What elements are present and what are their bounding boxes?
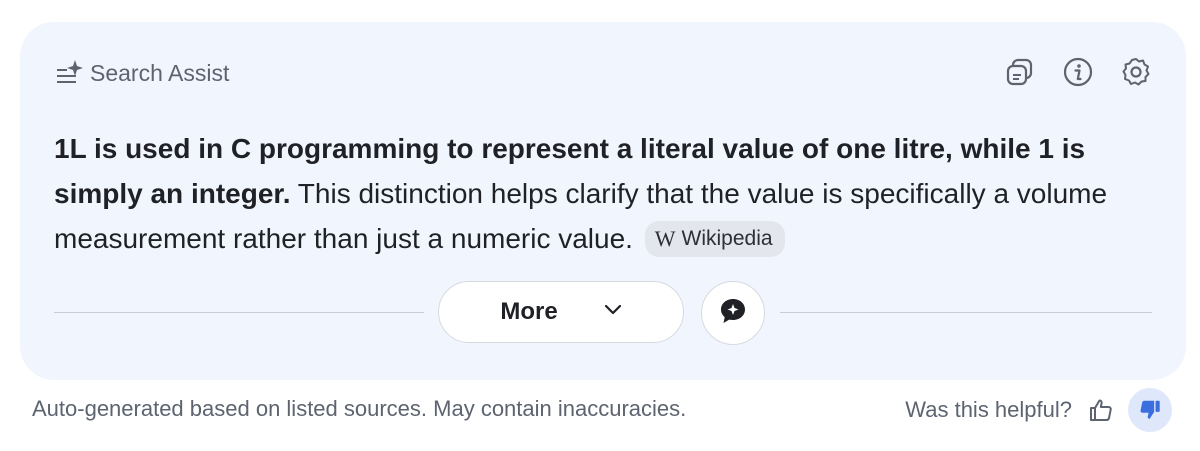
search-assist-sparkle-icon [54,58,84,88]
feedback-area: Was this helpful? [905,388,1172,432]
helpful-question: Was this helpful? [905,397,1072,422]
chevron-down-icon [604,303,622,321]
info-icon[interactable] [1062,56,1094,88]
thumbs-down-icon[interactable] [1128,388,1172,432]
search-assist-card: Search Assist 1L is used in C programmin… [20,22,1186,380]
header-actions [1004,56,1152,88]
divider-left [54,312,424,313]
thumbs-up-icon[interactable] [1086,395,1116,425]
more-button[interactable]: More [438,281,684,343]
wikipedia-source-label: Wikipedia [681,227,773,250]
settings-gear-icon[interactable] [1120,56,1152,88]
wikipedia-icon: W [654,226,676,251]
sources-icon[interactable] [1004,56,1036,88]
answer-text: 1L is used in C programming to represent… [54,126,1154,261]
search-assist-title: Search Assist [90,59,230,86]
chat-bubble-icon [718,296,748,331]
divider-right [780,312,1152,313]
chat-button[interactable] [701,281,765,345]
more-button-label: More [500,298,558,325]
search-assist-header: Search Assist [54,58,229,88]
disclaimer-text: Auto-generated based on listed sources. … [32,396,687,421]
wikipedia-source-chip[interactable]: W Wikipedia [644,221,785,257]
